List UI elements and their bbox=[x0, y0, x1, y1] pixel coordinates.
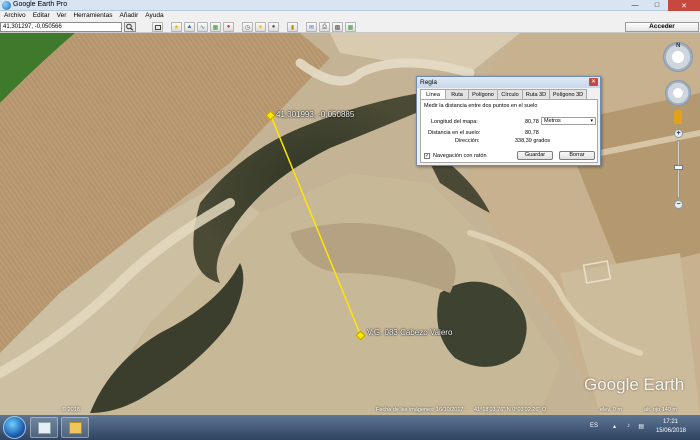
cursor-coords: 41°18'03.76" N 0°03'02.26" O bbox=[474, 407, 547, 413]
print-icon[interactable]: ⎙ bbox=[319, 22, 330, 32]
historical-imagery-icon[interactable]: ◷ bbox=[242, 22, 253, 32]
zoom-in-button[interactable]: + bbox=[674, 129, 683, 138]
sidebar-toggle-icon[interactable] bbox=[152, 22, 163, 32]
view-in-maps-icon[interactable]: ▦ bbox=[345, 22, 356, 32]
placemark-label-start[interactable]: 41,301993, -0,050885 bbox=[276, 110, 354, 119]
volume-icon[interactable]: ♪ bbox=[627, 423, 630, 429]
google-earth-app-icon bbox=[2, 1, 11, 10]
window-title: Google Earth Pro bbox=[13, 1, 68, 8]
sunlight-icon[interactable]: ☀ bbox=[255, 22, 266, 32]
menu-anadir[interactable]: Añadir bbox=[115, 11, 141, 21]
start-button[interactable] bbox=[3, 416, 26, 439]
chevron-down-icon: ▾ bbox=[590, 118, 593, 124]
toolbar: 41,301297, -0,050566 ★ ▲ ∿ ▦ ● ◷ ☀ ● ▮ ✉… bbox=[0, 21, 700, 33]
save-image-icon[interactable]: ▩ bbox=[332, 22, 343, 32]
mouse-navigation-label: Navegación con ratón bbox=[433, 153, 487, 159]
tab-poligono[interactable]: Polígono bbox=[468, 89, 498, 99]
tray-arrow-icon[interactable]: ▴ bbox=[613, 423, 616, 430]
dialog-close-button[interactable]: ✕ bbox=[589, 78, 598, 86]
zoom-slider-handle[interactable] bbox=[674, 165, 683, 170]
clock-time[interactable]: 17:21 bbox=[663, 419, 678, 425]
tab-poligono-3d[interactable]: Polígono 3D bbox=[549, 89, 587, 99]
polygon-icon[interactable]: ▲ bbox=[184, 22, 195, 32]
menu-ver[interactable]: Ver bbox=[53, 11, 70, 21]
ground-length-value: 80,78 bbox=[525, 130, 539, 136]
save-button[interactable]: Guardar bbox=[517, 151, 553, 160]
clock-date[interactable]: 15/06/2018 bbox=[656, 428, 686, 434]
minimize-button[interactable]: — bbox=[624, 0, 646, 11]
record-tour-icon[interactable]: ● bbox=[223, 22, 234, 32]
imagery-date: Fecha de las imágenes: 16/10/2017 bbox=[376, 407, 464, 413]
tab-ruta[interactable]: Ruta bbox=[445, 89, 469, 99]
unit-select[interactable]: Metros ▾ bbox=[541, 117, 596, 125]
google-earth-logo: Google Earth bbox=[584, 375, 685, 394]
copyright-text: © 2018 bbox=[62, 407, 80, 413]
map-length-value: 80,78 bbox=[525, 119, 539, 125]
unit-select-value: Metros bbox=[544, 118, 561, 124]
tab-ruta-3d[interactable]: Ruta 3D bbox=[522, 89, 550, 99]
tab-circulo[interactable]: Círculo bbox=[497, 89, 523, 99]
ruler-icon[interactable]: ▮ bbox=[287, 22, 298, 32]
eye-altitude: alt. ojo 140 m bbox=[644, 407, 678, 413]
taskbar-explorer-icon[interactable] bbox=[30, 417, 58, 438]
zoom-out-button[interactable]: − bbox=[674, 200, 683, 209]
taskbar: ES ▴ ♪ ▤ 17:21 15/06/2018 bbox=[0, 415, 700, 440]
elevation: elev. 0 m bbox=[600, 407, 622, 413]
ruler-dialog: Regla ✕ Línea Ruta Polígono Círculo Ruta… bbox=[416, 76, 601, 166]
dialog-title-bar[interactable]: Regla ✕ bbox=[417, 77, 600, 88]
search-icon bbox=[126, 23, 134, 31]
mouse-navigation-checkbox[interactable]: ✓ bbox=[424, 153, 430, 159]
placemark-label-end[interactable]: V.G. 083 Cabezo Valero bbox=[367, 328, 452, 337]
dialog-title: Regla bbox=[420, 79, 437, 86]
image-overlay-icon[interactable]: ▦ bbox=[210, 22, 221, 32]
close-button[interactable]: ✕ bbox=[668, 0, 700, 11]
menu-archivo[interactable]: Archivo bbox=[0, 11, 29, 21]
menu-ayuda[interactable]: Ayuda bbox=[141, 11, 166, 21]
dialog-tabs: Línea Ruta Polígono Círculo Ruta 3D Polí… bbox=[417, 89, 600, 100]
heading-label: Dirección: bbox=[455, 138, 480, 144]
placemark-icon[interactable]: ★ bbox=[171, 22, 182, 32]
menu-bar: Archivo Editar Ver Herramientas Añadir A… bbox=[0, 11, 700, 21]
search-button[interactable] bbox=[124, 22, 136, 32]
ground-length-label: Distancia en el suelo: bbox=[428, 130, 481, 136]
north-indicator-icon: N bbox=[676, 43, 681, 49]
dialog-panel: Medir la distancia entre dos puntos en e… bbox=[420, 99, 598, 163]
map-length-label: Longitud del mapa: bbox=[431, 119, 478, 125]
status-bar: © 2018 Fecha de las imágenes: 16/10/2017… bbox=[0, 406, 700, 415]
menu-herramientas[interactable]: Herramientas bbox=[69, 11, 115, 21]
language-indicator[interactable]: ES bbox=[590, 423, 598, 429]
search-input[interactable]: 41,301297, -0,050566 bbox=[0, 22, 122, 32]
maximize-button[interactable]: □ bbox=[646, 0, 668, 11]
title-bar: Google Earth Pro — □ ✕ bbox=[0, 0, 700, 11]
taskbar-folder-icon[interactable] bbox=[61, 417, 89, 438]
move-control[interactable] bbox=[665, 80, 691, 106]
network-icon[interactable]: ▤ bbox=[638, 423, 644, 430]
compass-look-control[interactable]: N bbox=[663, 42, 693, 72]
heading-value: 338,39 grados bbox=[515, 138, 551, 144]
path-icon[interactable]: ∿ bbox=[197, 22, 208, 32]
street-view-pegman-icon[interactable] bbox=[674, 110, 682, 124]
email-icon[interactable]: ✉ bbox=[306, 22, 317, 32]
ruler-description: Medir la distancia entre dos puntos en e… bbox=[424, 103, 538, 109]
planets-icon[interactable]: ● bbox=[268, 22, 279, 32]
menu-editar[interactable]: Editar bbox=[29, 11, 53, 21]
sign-in-button[interactable]: Acceder bbox=[625, 22, 699, 32]
clear-button[interactable]: Borrar bbox=[559, 151, 595, 160]
